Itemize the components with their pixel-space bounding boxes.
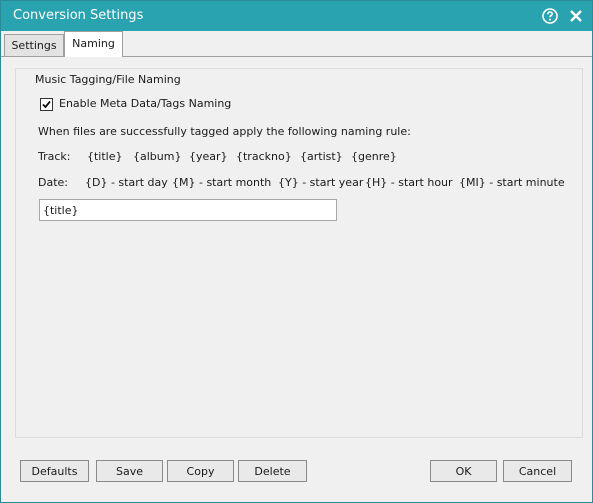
- track-token-genre[interactable]: {genre}: [351, 150, 397, 163]
- close-icon[interactable]: [568, 8, 584, 24]
- window-title: Conversion Settings: [13, 8, 144, 23]
- track-label: Track:: [38, 150, 71, 163]
- date-token-year[interactable]: {Y} - start year: [278, 176, 363, 189]
- naming-panel: Music Tagging/File Naming Enable Meta Da…: [3, 57, 590, 499]
- date-token-month[interactable]: {M} - start month: [172, 176, 271, 189]
- group-title: Music Tagging/File Naming: [32, 73, 184, 86]
- tab-naming[interactable]: Naming: [64, 31, 123, 58]
- cancel-button[interactable]: Cancel: [503, 460, 572, 482]
- naming-rule-input[interactable]: [39, 199, 337, 221]
- naming-rule-text: When files are successfully tagged apply…: [38, 125, 411, 138]
- checkmark-icon: [42, 100, 51, 109]
- track-token-trackno[interactable]: {trackno}: [236, 150, 292, 163]
- music-tagging-group: Music Tagging/File Naming Enable Meta Da…: [15, 68, 583, 438]
- track-token-artist[interactable]: {artist}: [300, 150, 343, 163]
- track-token-year[interactable]: {year}: [189, 150, 228, 163]
- enable-meta-data-checkbox[interactable]: [40, 98, 53, 111]
- date-token-day[interactable]: {D} - start day: [85, 176, 168, 189]
- title-bar: Conversion Settings: [1, 1, 592, 31]
- track-token-title[interactable]: {title}: [87, 150, 123, 163]
- save-button[interactable]: Save: [96, 460, 163, 482]
- tab-settings[interactable]: Settings: [4, 34, 64, 56]
- copy-button[interactable]: Copy: [167, 460, 234, 482]
- help-icon[interactable]: [542, 8, 558, 24]
- ok-button[interactable]: OK: [430, 460, 497, 482]
- date-token-hour[interactable]: {H} - start hour: [365, 176, 453, 189]
- date-token-minute[interactable]: {MI} - start minute: [459, 176, 565, 189]
- conversion-settings-dialog: Conversion Settings Settings Naming Musi…: [0, 0, 593, 503]
- tab-strip: Settings Naming: [1, 31, 592, 58]
- defaults-button[interactable]: Defaults: [20, 460, 89, 482]
- track-token-album[interactable]: {album}: [133, 150, 181, 163]
- enable-meta-data-label: Enable Meta Data/Tags Naming: [59, 97, 232, 110]
- delete-button[interactable]: Delete: [238, 460, 307, 482]
- date-label: Date:: [38, 176, 68, 189]
